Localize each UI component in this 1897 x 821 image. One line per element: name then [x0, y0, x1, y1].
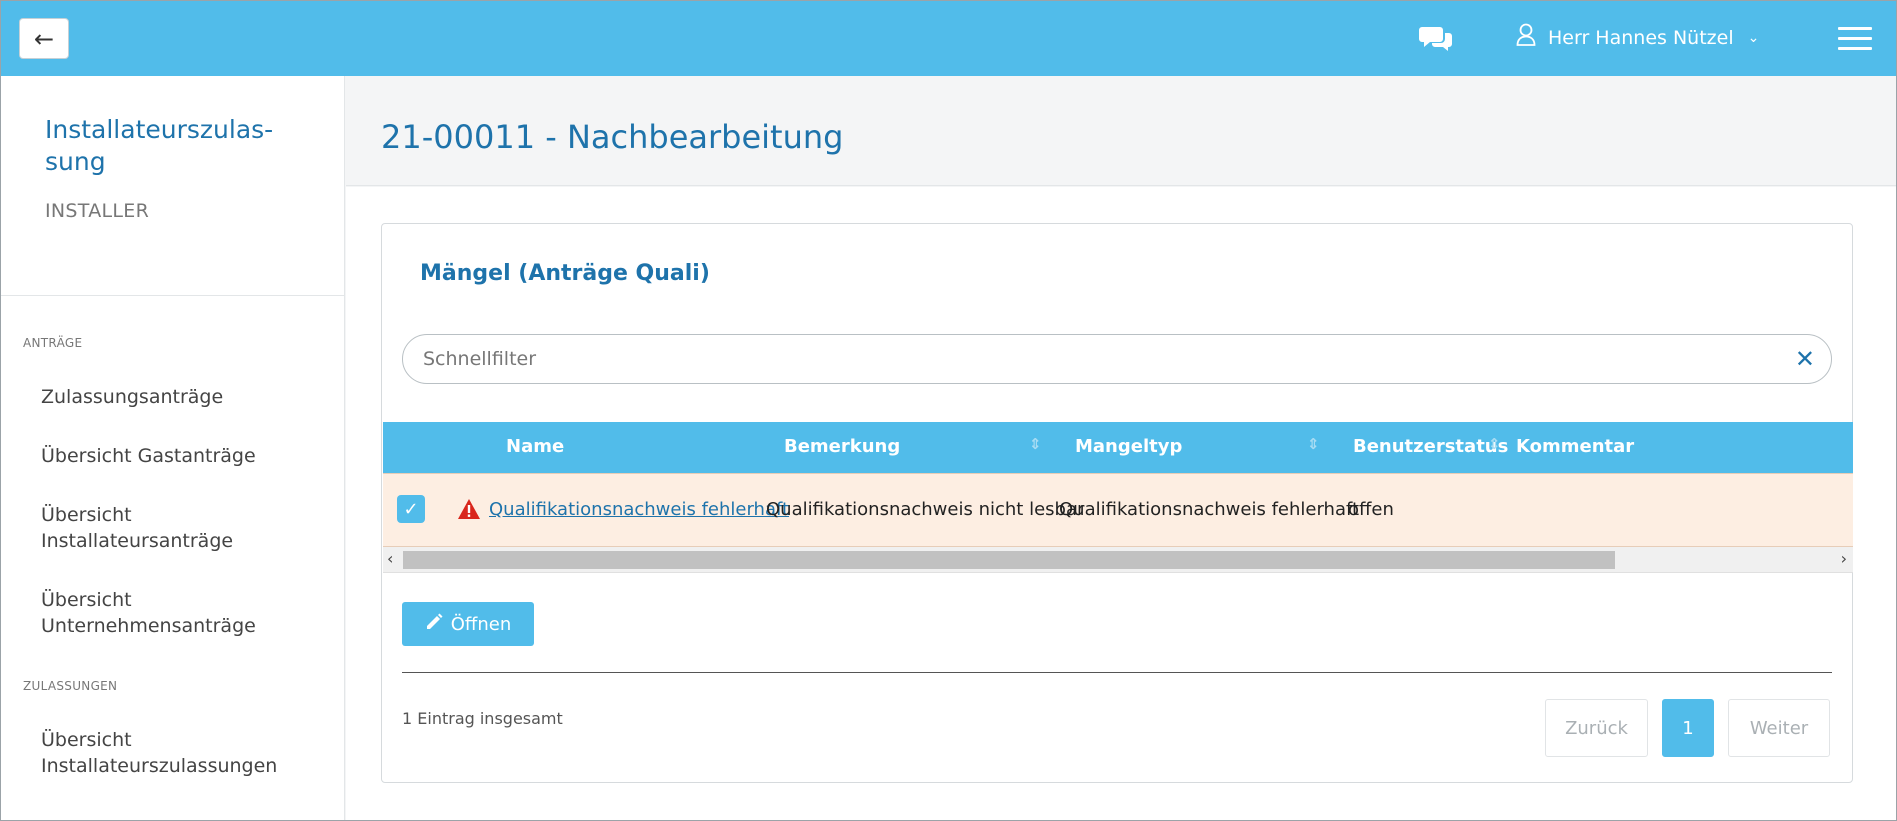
pagination-page-button[interactable]: 1	[1662, 699, 1714, 757]
horizontal-scrollbar[interactable]: ‹ ›	[383, 547, 1853, 573]
sort-icon[interactable]: ⇕	[1488, 435, 1501, 453]
app-subtitle: INSTALLER	[45, 200, 150, 222]
open-button-label: Öffnen	[450, 613, 512, 635]
total-count: 1 Eintrag insgesamt	[402, 709, 563, 728]
column-header-mangeltyp[interactable]: Mangeltyp	[1075, 436, 1182, 457]
quick-filter-input[interactable]	[403, 335, 1753, 383]
row-name-link[interactable]: Qualifikationsnachweis fehlerhaft	[489, 499, 789, 520]
row-benutzerstatus: offen	[1348, 499, 1394, 520]
sidebar-item-unternehmensantraege[interactable]: Übersicht Unternehmensanträge	[1, 587, 271, 639]
defects-table: Name Bemerkung ⇕ Mangeltyp ⇕ Benutzersta…	[383, 422, 1853, 573]
quick-filter: ✕	[402, 334, 1832, 384]
panel-title: Mängel (Anträge Quali)	[420, 261, 710, 286]
column-header-bemerkung[interactable]: Bemerkung	[784, 436, 900, 457]
column-header-name[interactable]: Name	[506, 436, 564, 457]
sidebar-item-zulassungsantraege[interactable]: Zulassungsanträge	[1, 384, 344, 410]
sidebar-item-gastantraege[interactable]: Übersicht Gastanträge	[1, 443, 344, 469]
hamburger-menu-icon[interactable]	[1838, 27, 1872, 51]
chat-bubbles-icon[interactable]	[1419, 25, 1453, 55]
sort-icon[interactable]: ⇕	[1029, 435, 1042, 453]
page-title: 21-00011 - Nachbearbeitung	[381, 118, 844, 156]
row-checkbox[interactable]: ✓	[397, 495, 425, 523]
page-header: 21-00011 - Nachbearbeitung	[346, 76, 1896, 186]
arrow-left-icon: ←	[33, 24, 55, 53]
chevron-down-icon: ⌄	[1747, 29, 1760, 46]
top-bar: ← Herr Hannes Nützel ⌄	[1, 1, 1896, 76]
row-mangeltyp: Qualifikationsnachweis fehlerhaft	[1059, 499, 1360, 520]
back-button[interactable]: ←	[19, 18, 69, 59]
table-row[interactable]: ✓ Qualifikationsnachweis fehlerhaft Qual…	[383, 473, 1853, 547]
sidebar-header: Installateurszulas-sung INSTALLER	[1, 76, 344, 296]
app-title: Installateurszulas-sung	[45, 115, 274, 176]
sort-icon[interactable]: ⇕	[1307, 435, 1320, 453]
defects-panel: Mängel (Anträge Quali) ✕ Name Bemerkung …	[381, 223, 1853, 783]
scroll-right-icon[interactable]: ›	[1841, 549, 1847, 568]
divider	[402, 672, 1832, 673]
sidebar: Installateurszulas-sung INSTALLER ANTRÄG…	[1, 76, 345, 820]
scroll-left-icon[interactable]: ‹	[387, 549, 393, 568]
sidebar-item-installateursantraege[interactable]: Übersicht Installateursanträge	[1, 502, 271, 554]
warning-icon	[457, 498, 481, 525]
scrollbar-thumb[interactable]	[403, 551, 1615, 569]
pagination: Zurück 1 Weiter	[1545, 699, 1830, 757]
row-bemerkung: Qualifikationsnachweis nicht lesbar	[766, 499, 1085, 520]
user-icon	[1516, 23, 1536, 52]
pagination-prev-button[interactable]: Zurück	[1545, 699, 1648, 757]
close-icon[interactable]: ✕	[1795, 345, 1815, 373]
sidebar-section-zulassungen: ZULASSUNGEN	[23, 679, 118, 693]
app-window: ← Herr Hannes Nützel ⌄ Installateurszula…	[0, 0, 1897, 821]
column-header-benutzerstatus[interactable]: Benutzerstatus	[1353, 436, 1508, 457]
sidebar-section-antraege: ANTRÄGE	[23, 336, 83, 350]
user-name: Herr Hannes Nützel	[1548, 26, 1734, 49]
pagination-next-button[interactable]: Weiter	[1728, 699, 1830, 757]
open-button[interactable]: Öffnen	[402, 602, 534, 646]
table-header: Name Bemerkung ⇕ Mangeltyp ⇕ Benutzersta…	[383, 422, 1853, 473]
column-header-kommentar[interactable]: Kommentar	[1516, 436, 1634, 457]
pencil-icon	[425, 613, 443, 636]
sidebar-item-installateurszulassungen[interactable]: Übersicht Installateurszulassungen	[1, 727, 277, 779]
user-menu[interactable]: Herr Hannes Nützel ⌄	[1516, 23, 1759, 52]
